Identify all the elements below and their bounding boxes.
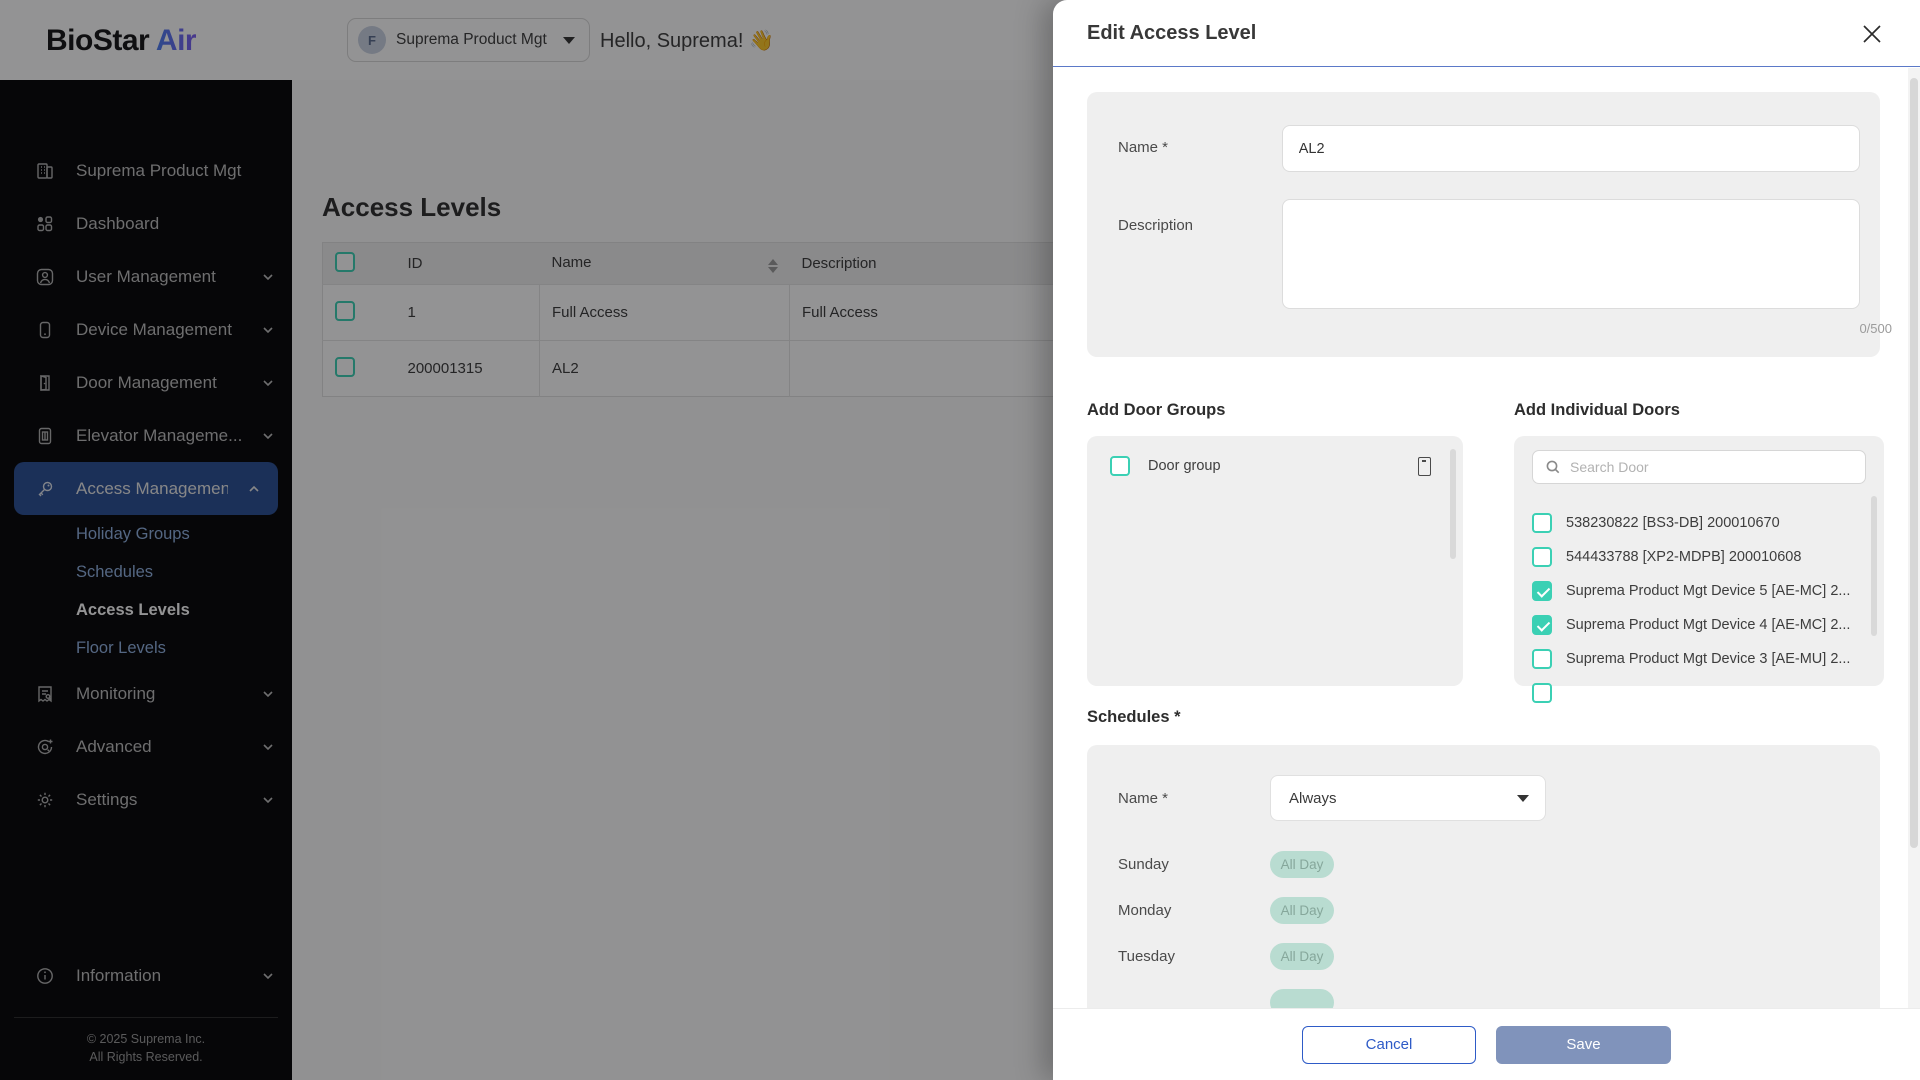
- door-label: Suprema Product Mgt Device 3 [AE-MU] 2..…: [1566, 651, 1850, 667]
- day-row-tuesday: Tuesday All Day: [1118, 943, 1880, 970]
- door-label: 544433788 [XP2-MDPB] 200010608: [1566, 549, 1801, 565]
- door-label: Suprema Product Mgt Device 4 [AE-MC] 2..…: [1566, 617, 1850, 633]
- chevron-down-icon: [1517, 795, 1529, 802]
- name-form-row: Name *: [1118, 125, 1860, 172]
- drawer-scrollbar[interactable]: [1908, 68, 1920, 1080]
- door-list-item[interactable]: Suprema Product Mgt Device 4 [AE-MC] 2..…: [1532, 608, 1866, 642]
- day-label: Tuesday: [1118, 948, 1270, 965]
- door-list-item-partial[interactable]: [1532, 676, 1866, 710]
- cancel-button[interactable]: Cancel: [1302, 1026, 1476, 1064]
- description-textarea[interactable]: [1282, 199, 1860, 309]
- drawer-title: Edit Access Level: [1087, 22, 1256, 45]
- door-group-label: Door group: [1148, 458, 1400, 474]
- day-badge: All Day: [1270, 851, 1334, 878]
- door-group-expand-icon[interactable]: [1418, 457, 1431, 476]
- day-badge: All Day: [1270, 943, 1334, 970]
- door-groups-panel: Door group: [1087, 436, 1463, 686]
- door-label: 538230822 [BS3-DB] 200010670: [1566, 515, 1780, 531]
- name-label: Name *: [1118, 125, 1282, 172]
- door-list-item[interactable]: 544433788 [XP2-MDPB] 200010608: [1532, 540, 1866, 574]
- drawer-scrollbar-thumb[interactable]: [1910, 78, 1918, 848]
- description-label: Description: [1118, 199, 1282, 309]
- schedule-select[interactable]: Always: [1270, 775, 1546, 821]
- schedule-name-row: Name * Always: [1118, 775, 1880, 821]
- doors-list-scrollbar[interactable]: [1871, 496, 1877, 636]
- drawer-header: Edit Access Level: [1053, 0, 1920, 67]
- door-checkbox[interactable]: [1532, 513, 1552, 533]
- door-group-checkbox[interactable]: [1110, 456, 1130, 476]
- door-search-box: [1532, 450, 1866, 484]
- day-badge: All Day: [1270, 897, 1334, 924]
- name-input[interactable]: [1282, 125, 1860, 172]
- schedules-heading: Schedules *: [1087, 708, 1920, 727]
- schedule-selected-value: Always: [1289, 790, 1511, 807]
- door-list-item[interactable]: 538230822 [BS3-DB] 200010670: [1532, 506, 1866, 540]
- drawer-footer: Cancel Save: [1053, 1008, 1920, 1080]
- day-badge-partial: [1270, 989, 1334, 1008]
- door-checkbox[interactable]: [1532, 581, 1552, 601]
- door-checkbox[interactable]: [1532, 615, 1552, 635]
- char-counter: 0/500: [1118, 321, 1892, 336]
- door-group-item[interactable]: Door group: [1110, 452, 1463, 480]
- save-button[interactable]: Save: [1496, 1026, 1671, 1064]
- day-row-monday: Monday All Day: [1118, 897, 1880, 924]
- day-row-partial: [1118, 989, 1880, 1008]
- door-groups-heading: Add Door Groups: [1087, 401, 1514, 420]
- close-icon[interactable]: [1858, 20, 1886, 48]
- door-checkbox[interactable]: [1532, 547, 1552, 567]
- doors-list: 538230822 [BS3-DB] 200010670 544433788 […: [1532, 506, 1866, 710]
- door-search-input[interactable]: [1570, 459, 1853, 475]
- description-form-row: Description: [1118, 199, 1860, 309]
- day-label: Sunday: [1118, 856, 1270, 873]
- day-row-sunday: Sunday All Day: [1118, 851, 1880, 878]
- schedule-name-label: Name *: [1118, 790, 1270, 807]
- door-checkbox[interactable]: [1532, 649, 1552, 669]
- door-list-item[interactable]: Suprema Product Mgt Device 5 [AE-MC] 2..…: [1532, 574, 1866, 608]
- edit-access-level-drawer: Edit Access Level Name * Description 0/5…: [1053, 0, 1920, 1080]
- basic-info-panel: Name * Description 0/500: [1087, 92, 1880, 357]
- door-list-item[interactable]: Suprema Product Mgt Device 3 [AE-MU] 2..…: [1532, 642, 1866, 676]
- schedules-panel: Name * Always Sunday All Day Monday All …: [1087, 745, 1880, 1008]
- door-groups-scrollbar[interactable]: [1450, 449, 1456, 559]
- individual-doors-heading: Add Individual Doors: [1514, 401, 1680, 420]
- individual-doors-panel: 538230822 [BS3-DB] 200010670 544433788 […: [1514, 436, 1884, 686]
- search-icon: [1545, 459, 1561, 475]
- drawer-content: Name * Description 0/500 Add Door Groups…: [1053, 67, 1920, 1008]
- day-label: Monday: [1118, 902, 1270, 919]
- door-checkbox[interactable]: [1532, 683, 1552, 703]
- door-label: Suprema Product Mgt Device 5 [AE-MC] 2..…: [1566, 583, 1850, 599]
